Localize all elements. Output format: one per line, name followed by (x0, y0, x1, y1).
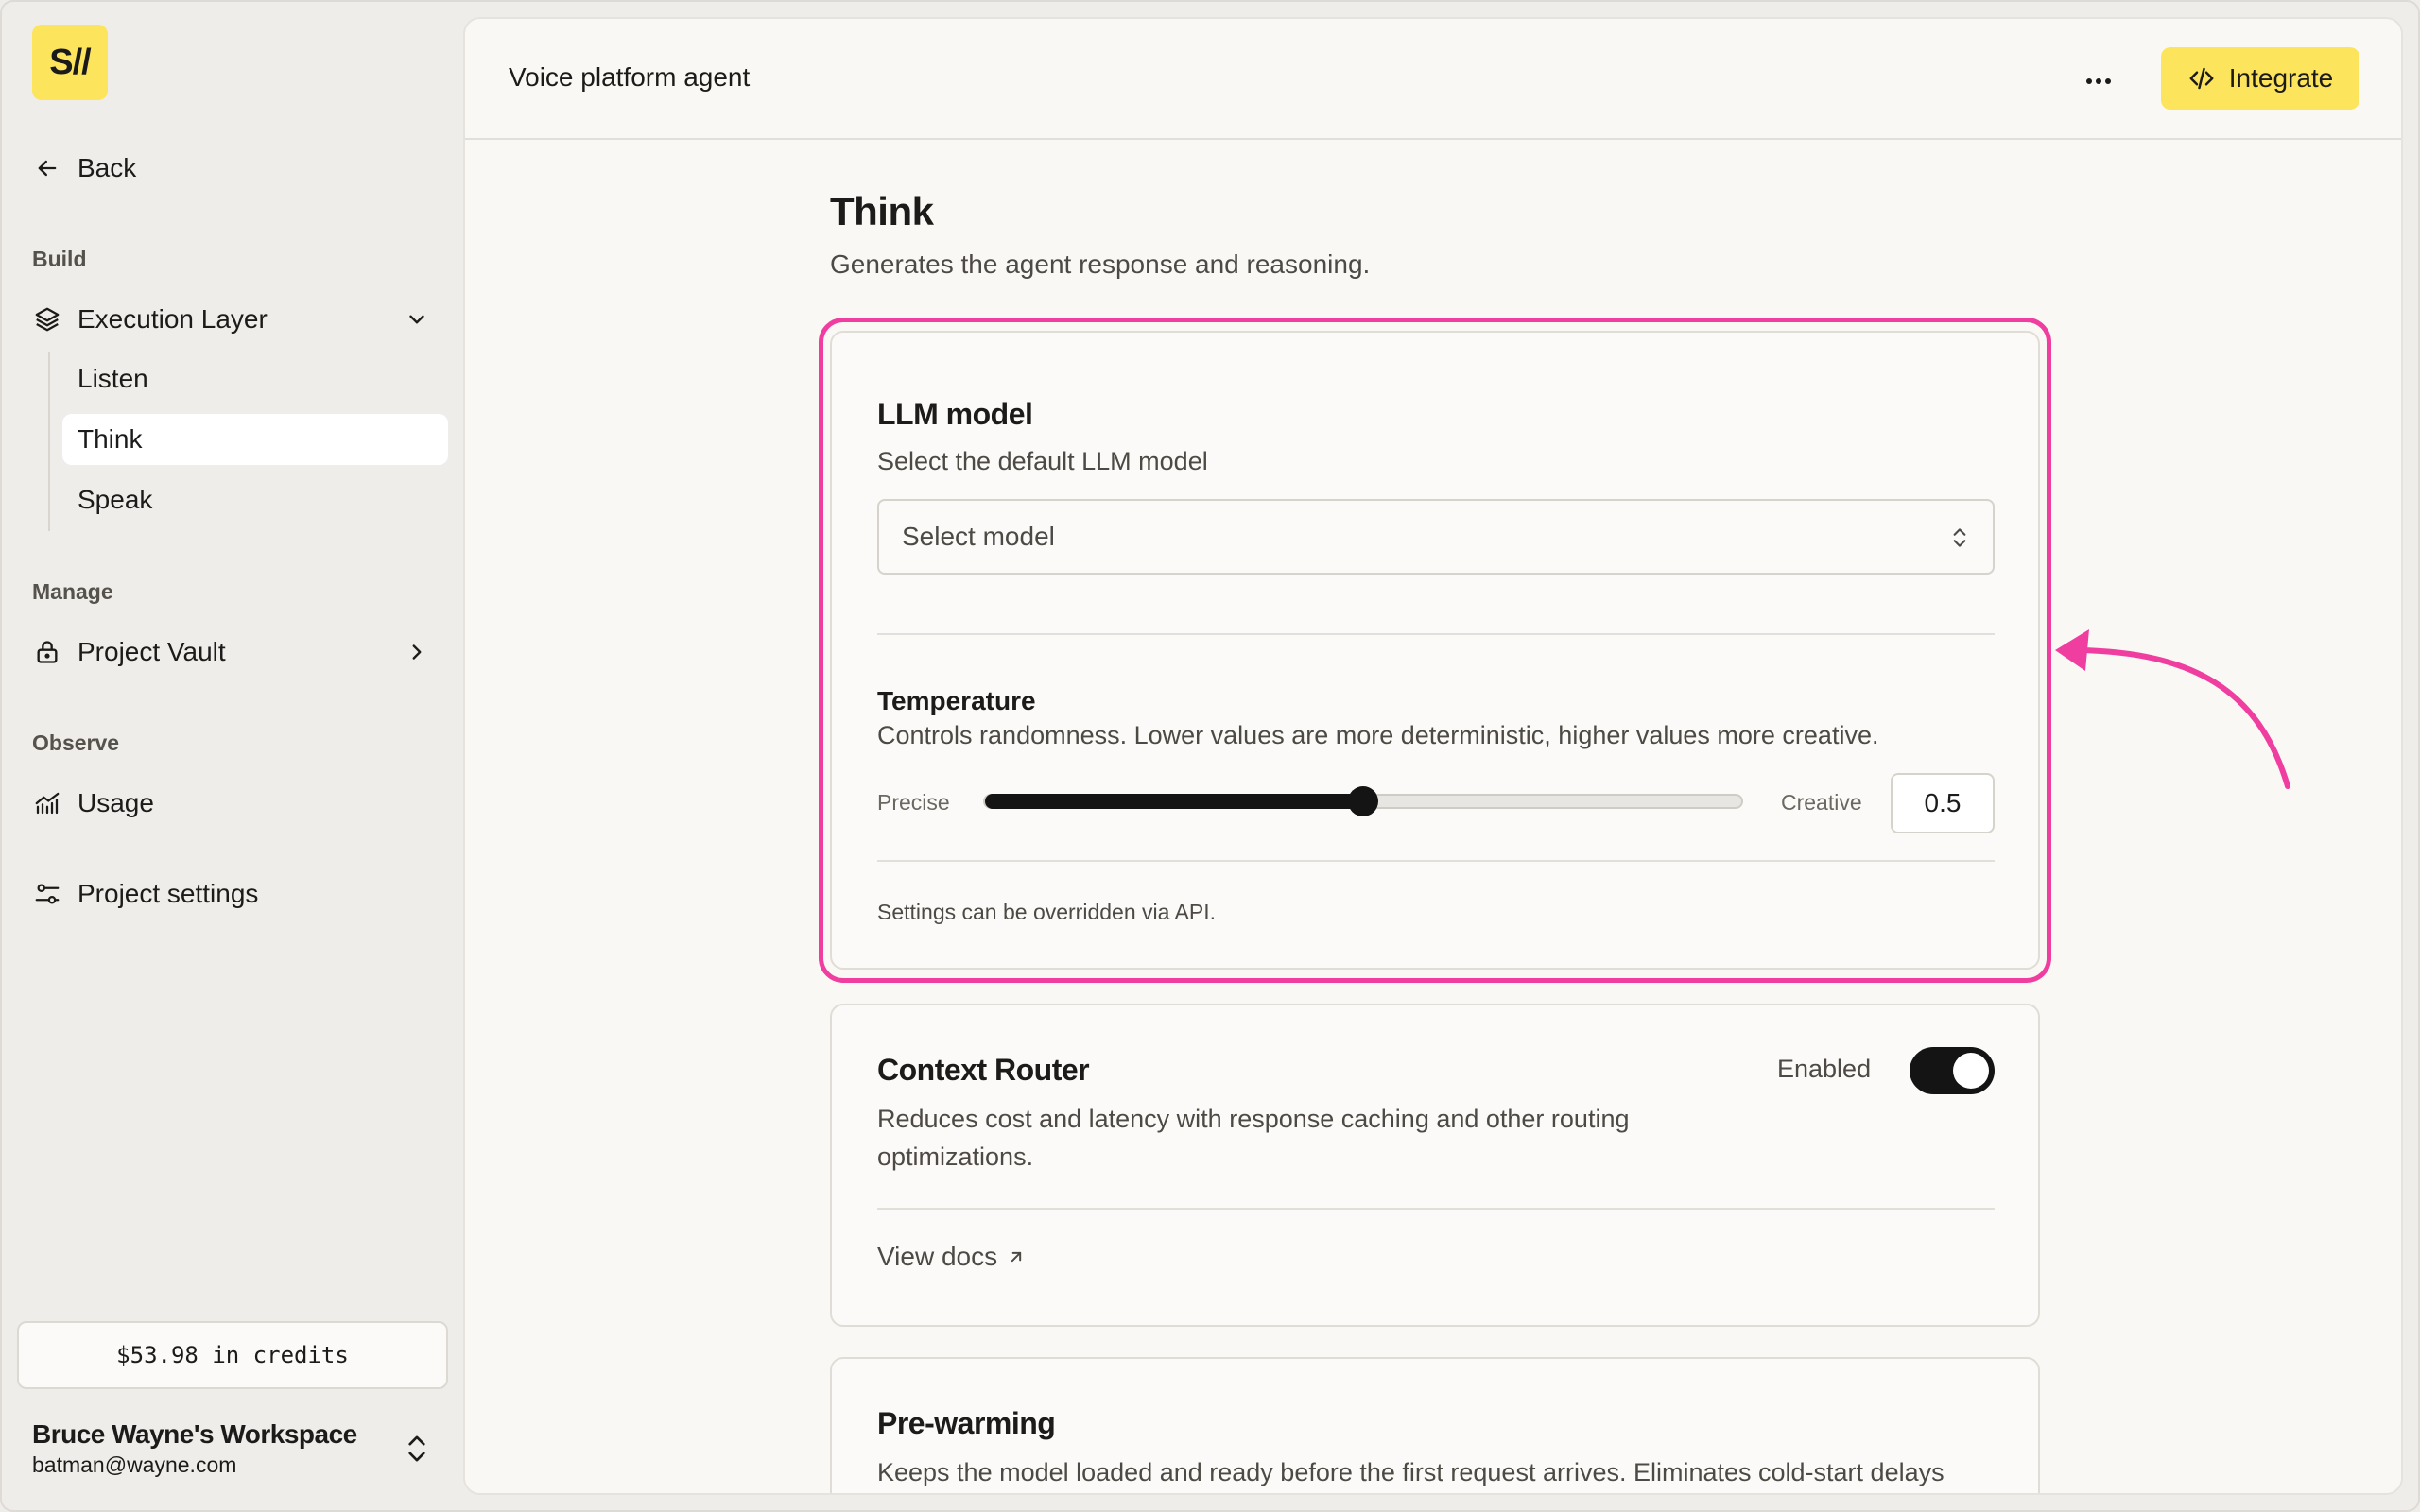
pre-warming-card: Pre-warming Keeps the model loaded and r… (830, 1357, 2040, 1493)
temperature-value-input[interactable]: 0.5 (1891, 773, 1995, 833)
model-select-placeholder: Select model (902, 522, 1055, 551)
chevron-updown-icon (1953, 528, 1966, 547)
sidebar: S// Back Build Execution Layer Listen Th… (0, 0, 463, 1512)
section-label-build: Build (32, 247, 87, 271)
pre-warming-title: Pre-warming (877, 1406, 1056, 1440)
slider-thumb[interactable] (1348, 786, 1378, 816)
arrow-left-icon (32, 153, 62, 183)
workspace-email: batman@wayne.com (32, 1452, 237, 1477)
model-select[interactable]: Select model (877, 499, 1995, 575)
external-link-icon (1011, 1251, 1022, 1263)
divider (877, 633, 1995, 635)
project-vault-label: Project Vault (78, 637, 226, 666)
divider (877, 1208, 1995, 1210)
settings-sliders-icon (32, 879, 62, 909)
chart-icon (32, 788, 62, 818)
more-options-button[interactable] (2078, 60, 2119, 102)
llm-model-card: LLM model Select the default LLM model S… (830, 331, 2040, 970)
context-router-card: Context Router Enabled Reduces cost and … (830, 1004, 2040, 1327)
app-logo[interactable]: S// (32, 25, 108, 100)
sidebar-item-project-vault[interactable]: Project Vault (32, 627, 439, 678)
lock-icon (32, 637, 62, 667)
chevron-updown-icon[interactable] (403, 1433, 431, 1465)
integrate-label: Integrate (2228, 63, 2334, 93)
temperature-slider[interactable] (983, 786, 1743, 816)
context-router-title: Context Router (877, 1053, 1090, 1087)
project-settings-label: Project settings (78, 879, 259, 908)
annotation-arrow (2055, 629, 2290, 789)
slider-fill (985, 794, 1363, 809)
execution-layer-label: Execution Layer (78, 304, 268, 334)
chevron-right-icon[interactable] (405, 640, 429, 664)
sidebar-item-project-settings[interactable]: Project settings (32, 868, 258, 919)
llm-model-description: Select the default LLM model (877, 447, 1208, 475)
integrate-button[interactable]: Integrate (2161, 47, 2360, 110)
layers-icon (32, 304, 62, 335)
back-label: Back (78, 153, 137, 182)
sidebar-item-usage[interactable]: Usage (32, 778, 154, 829)
context-router-description: Reduces cost and latency with response c… (877, 1105, 1630, 1171)
chevron-down-icon[interactable] (405, 307, 429, 332)
header: Voice platform agent Integrate (465, 19, 2401, 140)
sidebar-item-execution-layer[interactable]: Execution Layer (32, 294, 439, 345)
sidebar-item-listen[interactable]: Listen (62, 353, 448, 404)
sidebar-item-speak[interactable]: Speak (62, 474, 448, 525)
context-router-toggle[interactable] (1910, 1047, 1995, 1094)
section-label-observe: Observe (32, 730, 120, 755)
code-icon (2189, 67, 2214, 90)
page-subtitle: Generates the agent response and reasoni… (830, 249, 1371, 279)
llm-model-title: LLM model (877, 397, 1033, 431)
page-header-title: Voice platform agent (509, 62, 751, 92)
credits-badge[interactable]: $53.98 in credits (17, 1321, 448, 1389)
divider (877, 860, 1995, 862)
section-label-manage: Manage (32, 579, 113, 604)
sidebar-item-think[interactable]: Think (62, 414, 448, 465)
temperature-title: Temperature (877, 686, 1036, 715)
view-docs-link[interactable]: View docs (877, 1242, 1026, 1272)
ellipsis-icon (2086, 78, 2111, 84)
slider-max-label: Creative (1781, 790, 1862, 815)
temperature-description: Controls randomness. Lower values are mo… (877, 721, 1879, 749)
back-link[interactable]: Back (32, 143, 136, 194)
page-title: Think (830, 189, 934, 233)
usage-label: Usage (78, 788, 154, 817)
toggle-label: Enabled (1777, 1055, 1872, 1083)
toggle-knob (1953, 1053, 1989, 1089)
api-override-note: Settings can be overridden via API. (877, 900, 1216, 924)
slider-min-label: Precise (877, 790, 950, 815)
workspace-name[interactable]: Bruce Wayne's Workspace (32, 1419, 357, 1450)
sub-nav-line (48, 352, 50, 531)
view-docs-label: View docs (877, 1242, 998, 1271)
pre-warming-description: Keeps the model loaded and ready before … (877, 1458, 1945, 1486)
